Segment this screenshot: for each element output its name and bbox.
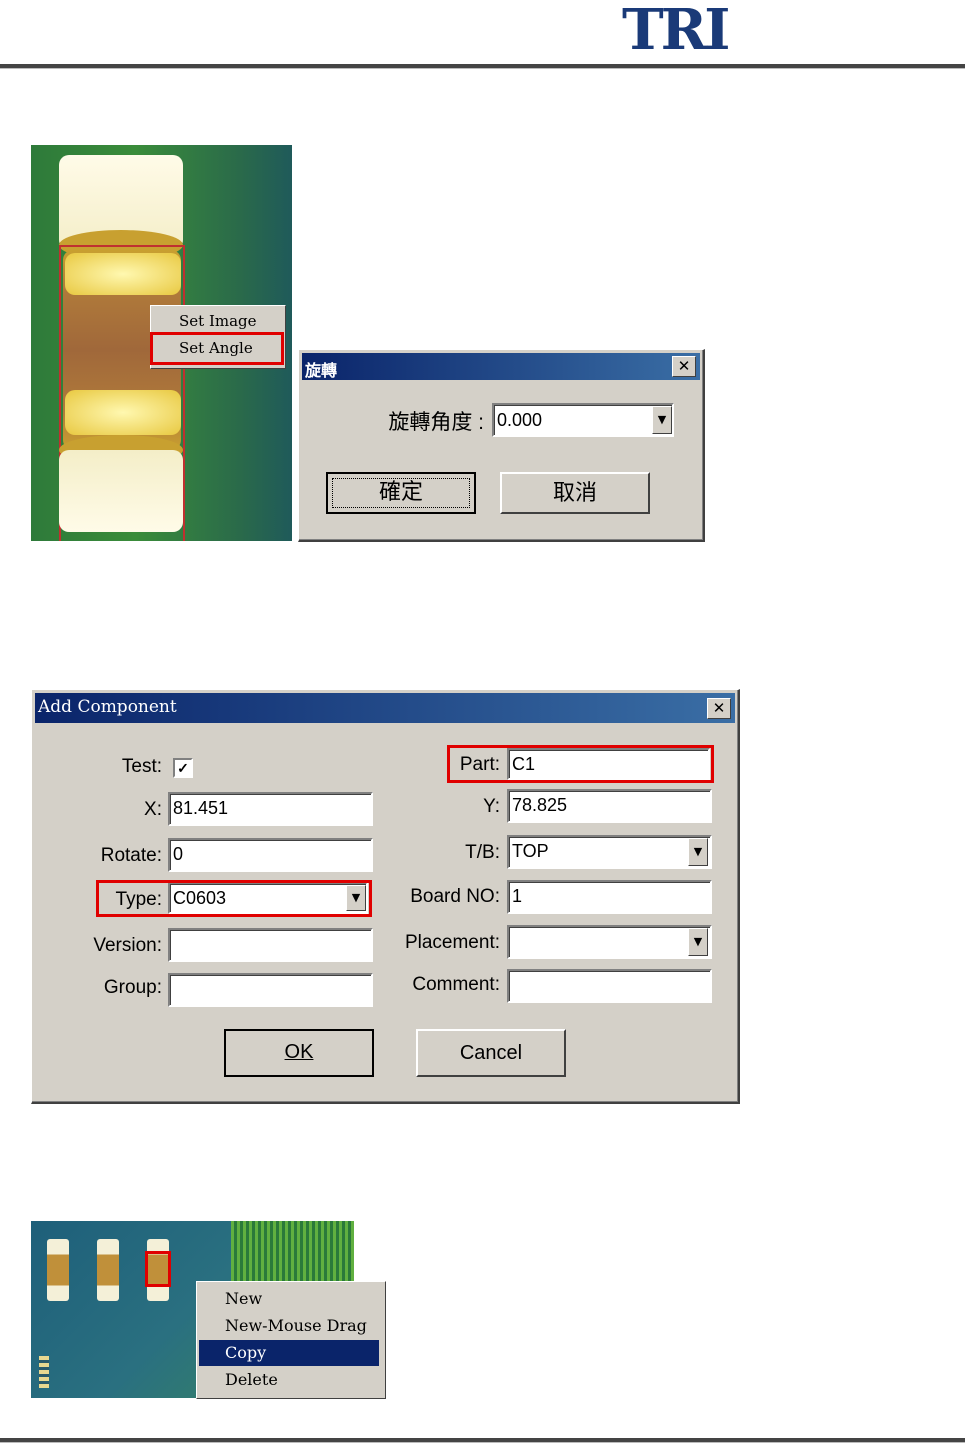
chip-pad-bottom [59,450,183,532]
menu-item-delete[interactable]: Delete [199,1367,379,1393]
y-label: Y: [483,796,500,817]
add-cancel-label: Cancel [459,1042,523,1064]
add-component-titlebar: Add Component ✕ [35,693,735,723]
chip-end-top [65,253,181,295]
header-divider-light [0,68,965,69]
tb-select[interactable]: TOP [507,835,712,869]
menu-item-new-mouse-drag[interactable]: New-Mouse Drag [199,1313,379,1339]
add-ok-button[interactable]: OK [224,1029,374,1077]
add-cancel-button[interactable]: Cancel [416,1029,566,1077]
x-input[interactable]: 81.451 [168,792,373,826]
menu-item-set-image[interactable]: Set Image [179,312,257,330]
rotate-ok-button[interactable]: 確定 [326,472,476,514]
highlight-type [96,880,372,917]
version-input[interactable] [168,928,373,962]
angle-input[interactable]: 0.000 [492,403,674,437]
highlight-set-angle [150,332,284,365]
board-traces [231,1221,354,1281]
highlight-part [447,745,714,783]
close-icon[interactable]: ✕ [672,356,696,377]
rotate-dialog-title: 旋轉 [305,363,338,380]
angle-label: 旋轉角度 : [388,411,484,434]
footer-divider-light [0,1442,965,1443]
rotate-dialog: 旋轉 ✕ 旋轉角度 : 0.000 ▼ 確定 取消 [298,349,705,542]
context-menu-component: New New-Mouse Drag Copy Delete [196,1281,386,1399]
add-ok-label: OK [284,1041,314,1063]
y-input[interactable]: 78.825 [507,789,712,823]
close-icon[interactable]: ✕ [707,698,731,719]
chevron-down-icon[interactable]: ▼ [688,838,708,866]
rotate-cancel-button[interactable]: 取消 [500,472,650,514]
test-label: Test: [121,756,162,777]
chip-2 [97,1239,119,1301]
chevron-down-icon[interactable]: ▼ [688,928,708,956]
comment-label: Comment: [412,974,500,995]
x-label: X: [144,799,162,820]
menu-item-new[interactable]: New [199,1286,379,1312]
board-no-label: Board NO: [410,886,500,907]
test-checkbox[interactable]: ✓ [173,758,193,778]
menu-item-copy[interactable]: Copy [199,1340,379,1366]
small-chip [39,1356,49,1388]
highlight-chip [145,1251,171,1287]
chip-end-bottom [65,390,181,435]
rotate-cancel-label: 取消 [552,480,597,505]
rotate-input[interactable]: 0 [168,838,373,872]
rotate-ok-label: 確定 [378,479,423,504]
placement-label: Placement: [404,932,500,953]
add-component-dialog: Add Component ✕ Test: ✓ X: 81.451 Rotate… [31,689,740,1104]
chip-1 [47,1239,69,1301]
add-component-title: Add Component [38,697,177,717]
rotate-label: Rotate: [100,845,162,866]
chevron-down-icon[interactable]: ▼ [652,406,672,434]
tb-label: T/B: [465,842,500,863]
comment-input[interactable] [507,969,712,1003]
placement-select[interactable] [507,925,712,959]
group-input[interactable] [168,973,373,1007]
rotate-dialog-titlebar: 旋轉 ✕ [302,353,700,380]
tri-logo: TRI [622,0,730,63]
group-label: Group: [103,977,162,998]
version-label: Version: [93,935,162,956]
board-no-input[interactable]: 1 [507,880,712,914]
